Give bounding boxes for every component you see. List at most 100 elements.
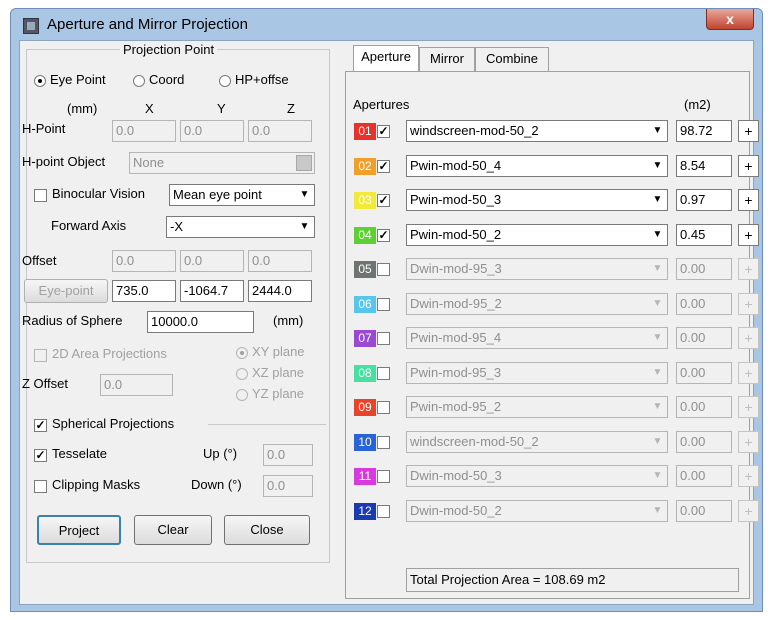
chevron-down-icon[interactable]: ▼ — [649, 398, 666, 416]
aperture-row: 04 ✓ Pwin-mod-50_2 ▼ 0.45 + — [20, 223, 759, 247]
aperture-name: Dwin-mod-50_2 — [410, 502, 502, 518]
aperture-checkbox[interactable] — [377, 366, 390, 380]
aperture-name: Pwin-mod-95_4 — [410, 330, 502, 345]
aperture-name: Dwin-mod-95_3 — [410, 261, 502, 276]
aperture-name: Pwin-mod-50_3 — [410, 192, 502, 207]
aperture-select[interactable]: windscreen-mod-50_2 ▼ — [406, 430, 668, 453]
add-aperture-button[interactable]: + — [738, 361, 759, 384]
add-aperture-button[interactable]: + — [738, 223, 759, 246]
chevron-down-icon[interactable]: ▼ — [649, 364, 666, 382]
add-aperture-button[interactable]: + — [738, 465, 759, 487]
title-bar[interactable]: Aperture and Mirror Projection x — [11, 9, 762, 41]
aperture-checkbox[interactable] — [377, 332, 390, 345]
aperture-select[interactable]: Pwin-mod-95_2 ▼ — [406, 396, 668, 418]
add-aperture-button[interactable]: + — [738, 292, 759, 315]
chevron-down-icon[interactable]: ▼ — [649, 467, 666, 485]
aperture-area-field[interactable]: 0.00 — [676, 361, 732, 384]
aperture-area-field[interactable]: 0.45 — [676, 223, 732, 246]
aperture-checkbox[interactable]: ✓ — [377, 125, 390, 138]
add-aperture-button[interactable]: + — [738, 396, 759, 418]
aperture-name: Pwin-mod-95_2 — [410, 399, 502, 414]
aperture-row: 06 Dwin-mod-95_2 ▼ 0.00 + — [20, 292, 759, 316]
chevron-down-icon[interactable]: ▼ — [649, 502, 666, 520]
tab-combine[interactable]: Combine — [475, 47, 549, 71]
chevron-down-icon[interactable]: ▼ — [649, 260, 666, 278]
x-axis-label: X — [145, 101, 154, 116]
aperture-number-badge: 11 — [354, 468, 376, 485]
aperture-select[interactable]: Dwin-mod-50_2 ▼ — [406, 499, 668, 522]
aperture-select[interactable]: Pwin-mod-95_4 ▼ — [406, 327, 668, 349]
aperture-number-badge: 03 — [354, 192, 376, 209]
aperture-number-badge: 04 — [354, 226, 376, 244]
tab-mirror[interactable]: Mirror — [419, 47, 475, 71]
aperture-row: 09 Pwin-mod-95_2 ▼ 0.00 + — [20, 395, 759, 419]
aperture-row: 07 Pwin-mod-95_4 ▼ 0.00 + — [20, 326, 759, 350]
add-aperture-button[interactable]: + — [738, 430, 759, 453]
aperture-area-field[interactable]: 0.00 — [676, 430, 732, 453]
add-aperture-button[interactable]: + — [738, 189, 759, 211]
add-aperture-button[interactable]: + — [738, 327, 759, 349]
aperture-number-badge: 12 — [354, 502, 376, 520]
aperture-checkbox[interactable]: ✓ — [377, 194, 390, 207]
aperture-select[interactable]: Pwin-mod-95_3 ▼ — [406, 361, 668, 384]
projection-point-title: Projection Point — [120, 42, 218, 57]
aperture-checkbox[interactable] — [377, 263, 390, 276]
aperture-select[interactable]: Dwin-mod-95_2 ▼ — [406, 292, 668, 315]
aperture-area-field[interactable]: 0.97 — [676, 189, 732, 211]
add-aperture-button[interactable]: + — [738, 258, 759, 280]
aperture-area-field[interactable]: 0.00 — [676, 258, 732, 280]
aperture-checkbox[interactable] — [377, 504, 390, 518]
aperture-name: Pwin-mod-50_2 — [410, 226, 502, 242]
eye-point-radio[interactable] — [34, 75, 46, 87]
aperture-name: windscreen-mod-50_2 — [410, 433, 539, 449]
chevron-down-icon[interactable]: ▼ — [649, 122, 666, 140]
aperture-select[interactable]: Dwin-mod-95_3 ▼ — [406, 258, 668, 280]
aperture-select[interactable]: Pwin-mod-50_2 ▼ — [406, 223, 668, 246]
units-label: (mm) — [67, 101, 98, 116]
coord-radio[interactable] — [133, 75, 145, 87]
aperture-checkbox[interactable] — [377, 470, 390, 483]
aperture-number-badge: 05 — [354, 261, 376, 278]
aperture-row: 03 ✓ Pwin-mod-50_3 ▼ 0.97 + — [20, 188, 759, 212]
tab-aperture[interactable]: Aperture — [353, 45, 419, 71]
aperture-name: Dwin-mod-95_2 — [410, 295, 502, 311]
aperture-area-field[interactable]: 8.54 — [676, 154, 732, 177]
add-aperture-button[interactable]: + — [738, 120, 759, 142]
add-aperture-button[interactable]: + — [738, 499, 759, 522]
aperture-select[interactable]: Dwin-mod-50_3 ▼ — [406, 465, 668, 487]
z-axis-label: Z — [287, 101, 295, 116]
aperture-area-field[interactable]: 0.00 — [676, 465, 732, 487]
chevron-down-icon[interactable]: ▼ — [649, 191, 666, 209]
eye-point-label: Eye Point — [50, 72, 106, 87]
window-title: Aperture and Mirror Projection — [47, 16, 248, 33]
aperture-checkbox[interactable] — [377, 401, 390, 414]
chevron-down-icon[interactable]: ▼ — [649, 157, 666, 175]
aperture-area-field[interactable]: 0.00 — [676, 292, 732, 315]
aperture-number-badge: 07 — [354, 330, 376, 347]
aperture-checkbox[interactable] — [377, 297, 390, 311]
aperture-number-badge: 08 — [354, 364, 376, 382]
hp-offset-radio[interactable] — [219, 75, 231, 87]
chevron-down-icon[interactable]: ▼ — [649, 295, 666, 313]
aperture-area-field[interactable]: 98.72 — [676, 120, 732, 142]
coord-label: Coord — [149, 72, 185, 87]
add-aperture-button[interactable]: + — [738, 154, 759, 177]
close-window-button[interactable]: x — [706, 9, 754, 30]
chevron-down-icon[interactable]: ▼ — [649, 329, 666, 347]
aperture-area-field[interactable]: 0.00 — [676, 396, 732, 418]
apertures-header: Apertures — [353, 97, 410, 112]
aperture-checkbox[interactable] — [377, 435, 390, 449]
aperture-area-field[interactable]: 0.00 — [676, 327, 732, 349]
aperture-select[interactable]: windscreen-mod-50_2 ▼ — [406, 120, 668, 142]
aperture-row: 08 Pwin-mod-95_3 ▼ 0.00 + — [20, 361, 759, 385]
aperture-area-field[interactable]: 0.00 — [676, 499, 732, 522]
aperture-checkbox[interactable]: ✓ — [377, 228, 390, 242]
chevron-down-icon[interactable]: ▼ — [649, 433, 666, 451]
aperture-number-badge: 01 — [354, 123, 376, 140]
aperture-select[interactable]: Pwin-mod-50_3 ▼ — [406, 189, 668, 211]
aperture-name: Pwin-mod-95_3 — [410, 364, 502, 380]
dialog-client: Projection Point Eye Point Coord HP+offs… — [19, 40, 759, 605]
aperture-checkbox[interactable]: ✓ — [377, 159, 390, 173]
aperture-select[interactable]: Pwin-mod-50_4 ▼ — [406, 154, 668, 177]
chevron-down-icon[interactable]: ▼ — [649, 226, 666, 244]
